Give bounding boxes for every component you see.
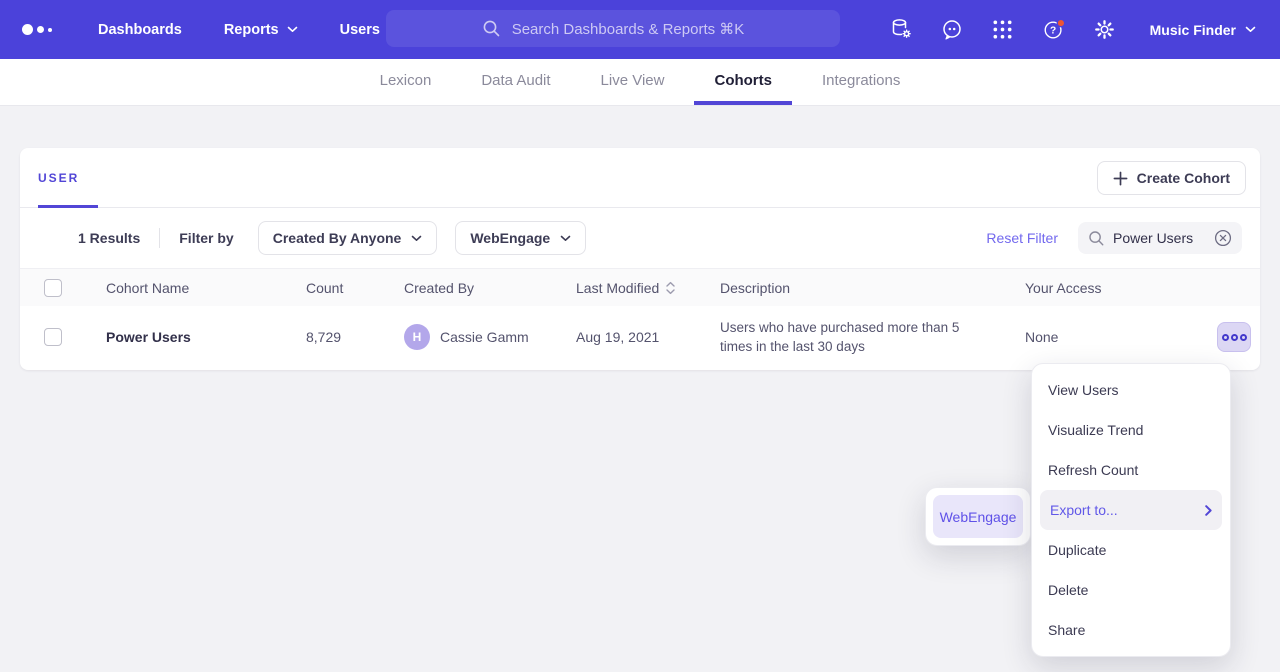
chevron-down-icon <box>411 235 422 242</box>
nav-dashboards[interactable]: Dashboards <box>98 22 182 38</box>
nav-users[interactable]: Users <box>340 22 380 38</box>
table-row[interactable]: Power Users 8,729 H Cassie Gamm Aug 19, … <box>20 306 1260 368</box>
apps-grid-icon[interactable] <box>991 18 1015 42</box>
menu-item-view-users[interactable]: View Users <box>1032 370 1230 410</box>
menu-item-export-to[interactable]: Export to... <box>1040 490 1222 530</box>
tab-data-audit[interactable]: Data Audit <box>461 59 570 105</box>
column-header-cohort-name[interactable]: Cohort Name <box>106 280 306 296</box>
select-all-checkbox[interactable] <box>44 279 62 297</box>
tab-user-cohorts[interactable]: USER <box>38 148 79 207</box>
tab-integrations[interactable]: Integrations <box>802 59 920 105</box>
notification-dot <box>1057 19 1064 26</box>
primary-nav: Dashboards Reports Users <box>98 22 380 38</box>
menu-item-export-to-label: Export to... <box>1050 502 1118 518</box>
top-navigation-bar: Dashboards Reports Users Search Dashboar… <box>0 0 1280 59</box>
project-name: Music Finder <box>1150 22 1236 38</box>
sort-icon <box>666 281 675 295</box>
cohort-search-input[interactable]: Power Users <box>1078 222 1242 254</box>
results-count: 1 Results <box>78 230 140 246</box>
menu-item-refresh-count[interactable]: Refresh Count <box>1032 450 1230 490</box>
column-header-description[interactable]: Description <box>720 280 1025 296</box>
menu-item-visualize-trend[interactable]: Visualize Trend <box>1032 410 1230 450</box>
filter-by-label: Filter by <box>179 230 233 246</box>
created-by-name: Cassie Gamm <box>440 329 529 345</box>
cohorts-panel: USER Create Cohort 1 Results Filter by C… <box>20 148 1260 370</box>
more-dot-icon <box>1222 334 1229 341</box>
integration-filter-dropdown[interactable]: WebEngage <box>455 221 586 255</box>
plus-icon <box>1113 171 1128 186</box>
menu-item-duplicate[interactable]: Duplicate <box>1032 530 1230 570</box>
reset-filter-link[interactable]: Reset Filter <box>986 230 1058 246</box>
logo-dot-icon <box>22 24 33 35</box>
your-access-cell: None <box>1025 329 1197 345</box>
nav-reports[interactable]: Reports <box>224 22 298 38</box>
description-cell: Users who have purchased more than 5 tim… <box>720 318 1025 356</box>
avatar: H <box>404 324 430 350</box>
create-cohort-label: Create Cohort <box>1137 170 1230 186</box>
created-by-filter-value: Created By Anyone <box>273 230 402 246</box>
column-header-last-modified-label: Last Modified <box>576 280 659 296</box>
more-dot-icon <box>1231 334 1238 341</box>
row-actions-button[interactable] <box>1217 322 1251 352</box>
row-checkbox[interactable] <box>44 328 62 346</box>
messages-icon[interactable] <box>940 18 964 42</box>
last-modified-cell: Aug 19, 2021 <box>576 329 720 345</box>
mixpanel-logo[interactable] <box>22 24 52 35</box>
cohort-count-cell: 8,729 <box>306 329 404 345</box>
table-header-row: Cohort Name Count Created By Last Modifi… <box>20 268 1260 306</box>
project-switcher[interactable]: Music Finder <box>1150 22 1256 38</box>
tab-live-view[interactable]: Live View <box>581 59 685 105</box>
tab-cohorts[interactable]: Cohorts <box>694 59 792 105</box>
logo-dot-icon <box>48 28 52 32</box>
clear-search-icon[interactable] <box>1214 229 1232 247</box>
cohorts-panel-header: USER Create Cohort <box>20 148 1260 208</box>
row-actions-menu: View Users Visualize Trend Refresh Count… <box>1031 363 1231 657</box>
menu-item-share[interactable]: Share <box>1032 610 1230 650</box>
cohort-search-value: Power Users <box>1113 230 1206 246</box>
more-dot-icon <box>1240 334 1247 341</box>
tab-lexicon[interactable]: Lexicon <box>360 59 452 105</box>
chevron-down-icon <box>287 26 298 33</box>
nav-reports-label: Reports <box>224 22 279 38</box>
topnav-actions: ? Music Finder <box>889 0 1280 59</box>
column-header-your-access[interactable]: Your Access <box>1025 280 1197 296</box>
column-header-count[interactable]: Count <box>306 280 404 296</box>
active-tab-underline <box>38 205 98 208</box>
menu-item-delete[interactable]: Delete <box>1032 570 1230 610</box>
column-header-created-by[interactable]: Created By <box>404 280 576 296</box>
column-header-last-modified[interactable]: Last Modified <box>576 280 720 296</box>
filter-row: 1 Results Filter by Created By Anyone We… <box>20 208 1260 268</box>
logo-dot-icon <box>37 26 44 33</box>
chevron-right-icon <box>1205 505 1212 516</box>
chevron-down-icon <box>560 235 571 242</box>
divider <box>159 228 160 248</box>
export-submenu: WebEngage <box>925 487 1031 546</box>
svg-text:?: ? <box>1050 25 1056 36</box>
section-tabbar: Lexicon Data Audit Live View Cohorts Int… <box>0 59 1280 106</box>
settings-gear-icon[interactable] <box>1093 18 1117 42</box>
search-icon <box>1088 230 1105 247</box>
submenu-item-webengage[interactable]: WebEngage <box>933 495 1023 538</box>
chevron-down-icon <box>1245 26 1256 33</box>
create-cohort-button[interactable]: Create Cohort <box>1097 161 1246 195</box>
created-by-filter-dropdown[interactable]: Created By Anyone <box>258 221 438 255</box>
search-icon <box>482 19 501 38</box>
cohort-name-cell[interactable]: Power Users <box>106 329 306 345</box>
help-icon[interactable]: ? <box>1042 18 1066 42</box>
created-by-cell: H Cassie Gamm <box>404 324 576 350</box>
global-search-input[interactable]: Search Dashboards & Reports ⌘K <box>386 10 840 47</box>
global-search-placeholder: Search Dashboards & Reports ⌘K <box>512 20 745 38</box>
integration-filter-value: WebEngage <box>470 230 550 246</box>
data-management-icon[interactable] <box>889 18 913 42</box>
